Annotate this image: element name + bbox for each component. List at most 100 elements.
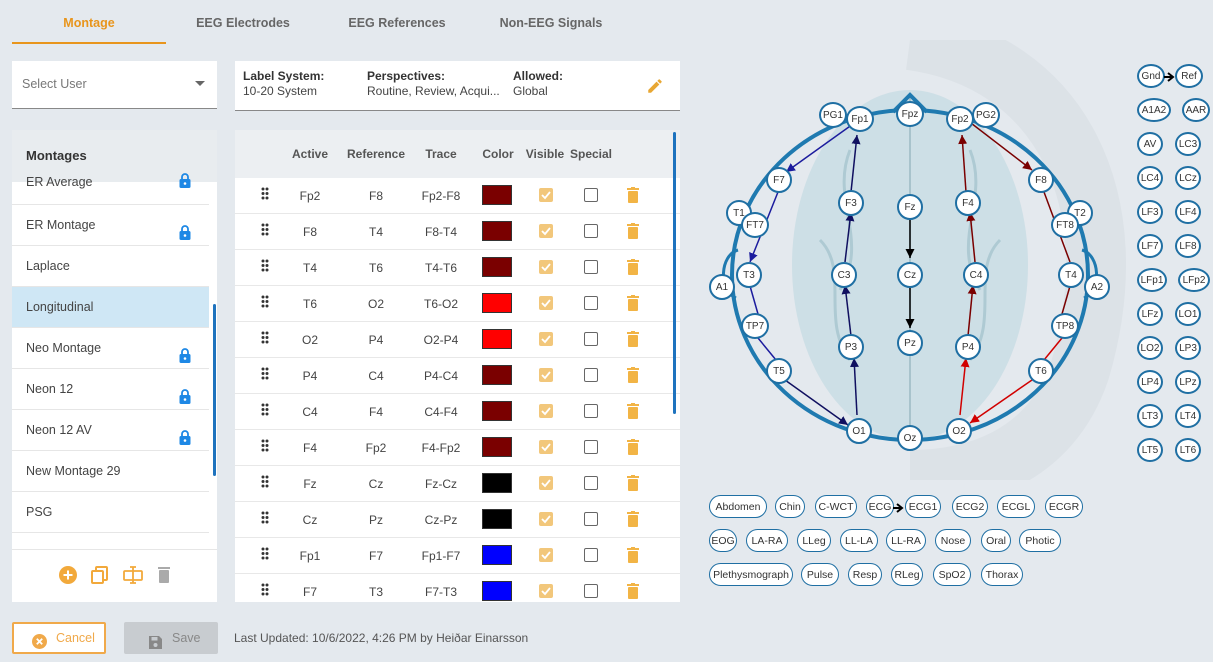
color-swatch[interactable] bbox=[482, 293, 512, 313]
trash-icon[interactable] bbox=[627, 475, 639, 494]
cell-active[interactable]: C4 bbox=[291, 405, 329, 419]
reference-aar[interactable]: AAR bbox=[1182, 98, 1210, 122]
visible-checkbox[interactable] bbox=[539, 332, 553, 346]
color-swatch[interactable] bbox=[482, 581, 512, 601]
electrode-oz[interactable]: Oz bbox=[897, 425, 923, 451]
visible-checkbox[interactable] bbox=[539, 188, 553, 202]
cell-active[interactable]: P4 bbox=[291, 369, 329, 383]
signal-thorax[interactable]: Thorax bbox=[981, 563, 1023, 586]
cell-reference[interactable]: C4 bbox=[345, 369, 407, 383]
color-swatch[interactable] bbox=[482, 329, 512, 349]
reference-lt3[interactable]: LT3 bbox=[1137, 404, 1163, 428]
electrode-p3[interactable]: P3 bbox=[838, 334, 864, 360]
signal-chin[interactable]: Chin bbox=[775, 495, 805, 518]
reference-lo1[interactable]: LO1 bbox=[1175, 302, 1201, 326]
color-swatch[interactable] bbox=[482, 473, 512, 493]
drag-handle-icon[interactable] bbox=[261, 547, 269, 560]
drag-handle-icon[interactable] bbox=[261, 511, 269, 524]
visible-checkbox[interactable] bbox=[539, 296, 553, 310]
electrode-f8[interactable]: F8 bbox=[1028, 167, 1054, 193]
drag-handle-icon[interactable] bbox=[261, 331, 269, 344]
signal-plethysmograph[interactable]: Plethysmograph bbox=[709, 563, 793, 586]
trash-icon[interactable] bbox=[627, 547, 639, 566]
drag-handle-icon[interactable] bbox=[261, 259, 269, 272]
special-checkbox[interactable] bbox=[584, 224, 598, 238]
special-checkbox[interactable] bbox=[584, 296, 598, 310]
signal-pulse[interactable]: Pulse bbox=[801, 563, 839, 586]
electrode-pz[interactable]: Pz bbox=[897, 330, 923, 356]
cell-active[interactable]: T4 bbox=[291, 261, 329, 275]
cell-reference[interactable]: Pz bbox=[345, 513, 407, 527]
electrode-t3[interactable]: T3 bbox=[736, 262, 762, 288]
trash-icon[interactable] bbox=[627, 187, 639, 206]
electrode-f3[interactable]: F3 bbox=[838, 190, 864, 216]
color-swatch[interactable] bbox=[482, 185, 512, 205]
reference-lfp2[interactable]: LFp2 bbox=[1178, 268, 1210, 292]
signal-lleg[interactable]: LLeg bbox=[797, 529, 831, 552]
color-swatch[interactable] bbox=[482, 365, 512, 385]
signal-ecg2[interactable]: ECG2 bbox=[952, 495, 988, 518]
color-swatch[interactable] bbox=[482, 509, 512, 529]
electrode-tp7[interactable]: TP7 bbox=[741, 313, 769, 339]
montage-item-psg[interactable]: PSG bbox=[12, 492, 209, 533]
signal-photic[interactable]: Photic bbox=[1019, 529, 1061, 552]
electrode-a2[interactable]: A2 bbox=[1084, 274, 1110, 300]
montage-item-neon-12[interactable]: Neon 12 bbox=[12, 369, 209, 410]
trash-icon[interactable] bbox=[627, 223, 639, 242]
reference-lf4[interactable]: LF4 bbox=[1175, 200, 1201, 224]
trash-icon[interactable] bbox=[627, 331, 639, 350]
electrode-c3[interactable]: C3 bbox=[831, 262, 857, 288]
cell-active[interactable]: Fp1 bbox=[291, 549, 329, 563]
reference-lf3[interactable]: LF3 bbox=[1137, 200, 1163, 224]
electrode-f7[interactable]: F7 bbox=[766, 167, 792, 193]
signal-ecgr[interactable]: ECGR bbox=[1045, 495, 1083, 518]
electrode-fpz[interactable]: Fpz bbox=[896, 101, 924, 127]
cell-reference[interactable]: T6 bbox=[345, 261, 407, 275]
reference-lfz[interactable]: LFz bbox=[1137, 302, 1163, 326]
electrode-pg1[interactable]: PG1 bbox=[819, 102, 847, 128]
cancel-button[interactable]: Cancel bbox=[12, 622, 106, 654]
montage-item-new-montage-29[interactable]: New Montage 29 bbox=[12, 451, 209, 492]
montage-item-longitudinal[interactable]: Longitudinal bbox=[12, 287, 209, 328]
special-checkbox[interactable] bbox=[584, 368, 598, 382]
signal-oral[interactable]: Oral bbox=[981, 529, 1011, 552]
electrode-tp8[interactable]: TP8 bbox=[1051, 313, 1079, 339]
electrode-c4[interactable]: C4 bbox=[963, 262, 989, 288]
cell-reference[interactable]: F7 bbox=[345, 549, 407, 563]
drag-handle-icon[interactable] bbox=[261, 295, 269, 308]
signal-ecgl[interactable]: ECGL bbox=[997, 495, 1035, 518]
electrode-a1[interactable]: A1 bbox=[709, 274, 735, 300]
cell-reference[interactable]: Fp2 bbox=[345, 441, 407, 455]
electrode-f4[interactable]: F4 bbox=[955, 190, 981, 216]
montage-item-neon-12-av[interactable]: Neon 12 AV bbox=[12, 410, 209, 451]
reference-lc3[interactable]: LC3 bbox=[1175, 132, 1201, 156]
signal-rleg[interactable]: RLeg bbox=[891, 563, 923, 586]
visible-checkbox[interactable] bbox=[539, 368, 553, 382]
signal-ll-ra[interactable]: LL-RA bbox=[886, 529, 926, 552]
signal-ecg1[interactable]: ECG1 bbox=[905, 495, 941, 518]
reference-lf7[interactable]: LF7 bbox=[1137, 234, 1163, 258]
trash-icon[interactable] bbox=[627, 439, 639, 458]
reference-lf8[interactable]: LF8 bbox=[1175, 234, 1201, 258]
cell-active[interactable]: F7 bbox=[291, 585, 329, 599]
reference-av[interactable]: AV bbox=[1137, 132, 1163, 156]
tab-montage[interactable]: Montage bbox=[12, 8, 166, 44]
special-checkbox[interactable] bbox=[584, 440, 598, 454]
color-swatch[interactable] bbox=[482, 437, 512, 457]
copy-icon[interactable] bbox=[90, 565, 109, 587]
cell-reference[interactable]: F4 bbox=[345, 405, 407, 419]
visible-checkbox[interactable] bbox=[539, 548, 553, 562]
reference-lo2[interactable]: LO2 bbox=[1137, 336, 1163, 360]
cell-active[interactable]: Cz bbox=[291, 513, 329, 527]
visible-checkbox[interactable] bbox=[539, 224, 553, 238]
visible-checkbox[interactable] bbox=[539, 584, 553, 598]
reference-a1a2[interactable]: A1A2 bbox=[1137, 98, 1171, 122]
cell-active[interactable]: Fz bbox=[291, 477, 329, 491]
electrode-fp1[interactable]: Fp1 bbox=[846, 106, 874, 132]
signal-eog[interactable]: EOG bbox=[709, 529, 737, 552]
reference-lt4[interactable]: LT4 bbox=[1175, 404, 1201, 428]
drag-handle-icon[interactable] bbox=[261, 583, 269, 596]
trash-icon[interactable] bbox=[627, 259, 639, 278]
signal-la-ra[interactable]: LA-RA bbox=[746, 529, 788, 552]
electrode-o2[interactable]: O2 bbox=[946, 418, 972, 444]
